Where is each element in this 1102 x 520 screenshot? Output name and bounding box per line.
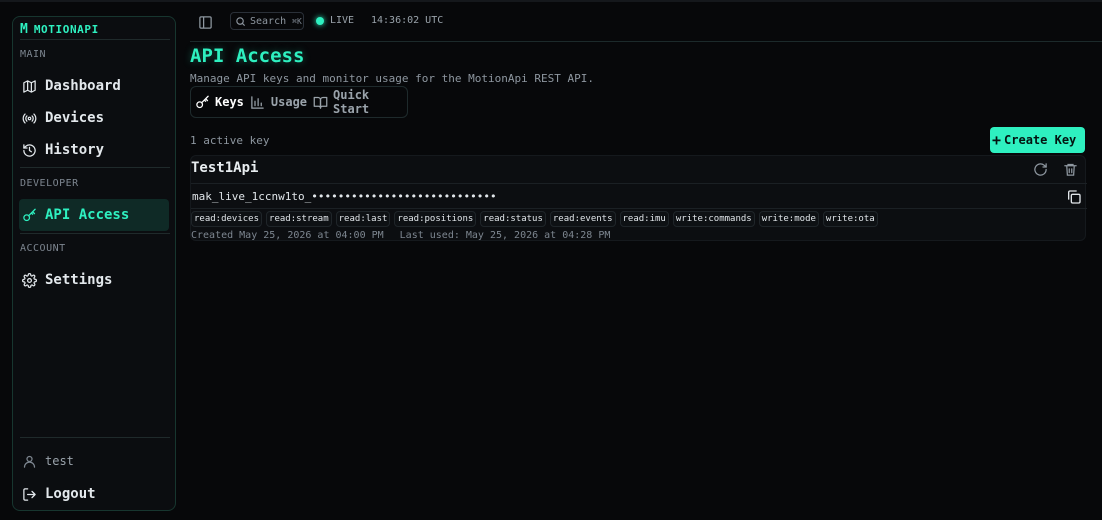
brand-logo: M [20, 21, 28, 37]
username: test [45, 454, 74, 468]
search-shortcut: ⌘K [292, 16, 302, 26]
create-key-button[interactable]: + Create Key [990, 127, 1085, 153]
active-key-count: 1 active key [190, 134, 270, 147]
brand[interactable]: M MOTIONAPI [20, 20, 99, 38]
trash-icon[interactable] [1061, 160, 1079, 178]
scope-badge: read:imu [619, 211, 669, 227]
key-actions [1031, 160, 1079, 178]
scope-badge: read:stream [266, 211, 332, 227]
live-indicator: LIVE [316, 15, 354, 26]
user-icon [21, 453, 37, 469]
sidebar-item-label: History [45, 142, 105, 158]
scope-badge: read:last [335, 211, 391, 227]
tab-label: Usage [270, 95, 308, 109]
sidebar-item-api-access[interactable]: API Access [19, 199, 169, 231]
section-label-developer: DEVELOPER [20, 178, 79, 189]
book-icon [313, 94, 328, 110]
divider [20, 167, 170, 168]
search-label: Search [250, 15, 287, 27]
created-date: Created May 25, 2026 at 04:00 PM [191, 230, 384, 241]
key-value: mak_live_1ccnw1to_••••••••••••••••••••••… [192, 189, 497, 203]
topbar: Search ⌘K LIVE 14:36:02 UTC [190, 8, 1102, 36]
sidebar-item-settings[interactable]: Settings [19, 264, 169, 296]
key-name: Test1Api [191, 160, 259, 176]
sidebar-item-devices[interactable]: Devices [19, 102, 169, 134]
page-title: API Access [190, 45, 305, 67]
tab-bar: Keys Usage Quick Start [190, 86, 408, 118]
key-value-row: mak_live_1ccnw1to_••••••••••••••••••••••… [191, 183, 1087, 209]
key-icon [21, 207, 37, 223]
broadcast-icon [21, 110, 37, 126]
sidebar-item-history[interactable]: History [19, 134, 169, 166]
search-button[interactable]: Search ⌘K [230, 12, 304, 30]
sidebar-item-label: API Access [45, 207, 130, 223]
scope-badge: write:ota [822, 211, 878, 227]
logout-button[interactable]: Logout [19, 478, 169, 510]
copy-icon[interactable] [1065, 188, 1083, 206]
page-subtitle: Manage API keys and monitor usage for th… [190, 72, 594, 85]
logout-label: Logout [45, 486, 96, 502]
plus-icon: + [992, 130, 1002, 149]
section-label-account: ACCOUNT [20, 243, 66, 254]
sidebar-item-label: Devices [45, 110, 105, 126]
tab-keys[interactable]: Keys [193, 89, 247, 115]
brand-name: MOTIONAPI [33, 22, 99, 36]
key-meta: Created May 25, 2026 at 04:00 PM Last us… [191, 230, 610, 241]
last-used-date: Last used: May 25, 2026 at 04:28 PM [399, 230, 611, 241]
scope-list: read:devices read:stream read:last read:… [191, 211, 878, 227]
sidebar-item-label: Settings [45, 272, 113, 288]
sidebar: M MOTIONAPI MAIN Dashboard Devices Histo… [12, 16, 176, 511]
user-row: test [21, 453, 74, 469]
divider [20, 39, 170, 40]
key-icon [194, 94, 210, 110]
live-dot-icon [316, 16, 324, 25]
scope-badge: read:positions [394, 211, 477, 227]
sidebar-toggle-icon[interactable] [196, 13, 214, 31]
clock: 14:36:02 UTC [371, 15, 444, 26]
sidebar-item-dashboard[interactable]: Dashboard [19, 70, 169, 102]
tab-label: Keys [215, 95, 244, 109]
search-icon [235, 16, 246, 27]
rotate-icon[interactable] [1031, 160, 1049, 178]
logout-icon [21, 486, 37, 502]
tab-quick-start[interactable]: Quick Start [312, 88, 407, 116]
divider [20, 233, 170, 234]
tab-usage[interactable]: Usage [249, 89, 310, 115]
history-icon [21, 142, 37, 158]
divider [20, 437, 170, 438]
tab-label: Quick Start [333, 88, 370, 116]
api-key-card: Test1Api mak_live_1ccnw1to_•••••••••••••… [190, 155, 1087, 241]
scope-badge: write:mode [758, 211, 819, 227]
live-label: LIVE [330, 15, 355, 26]
sidebar-item-label: Dashboard [45, 78, 121, 94]
divider [190, 41, 1102, 42]
scope-badge: read:devices [191, 211, 263, 227]
create-key-label: Create Key [1004, 133, 1077, 147]
section-label-main: MAIN [20, 49, 47, 60]
bar-chart-icon [250, 94, 266, 110]
gear-icon [21, 272, 37, 288]
scope-badge: read:events [549, 211, 616, 227]
top-edge [0, 0, 1102, 2]
map-icon [21, 78, 37, 94]
scope-badge: write:commands [672, 211, 755, 227]
scope-badge: read:status [480, 211, 546, 227]
